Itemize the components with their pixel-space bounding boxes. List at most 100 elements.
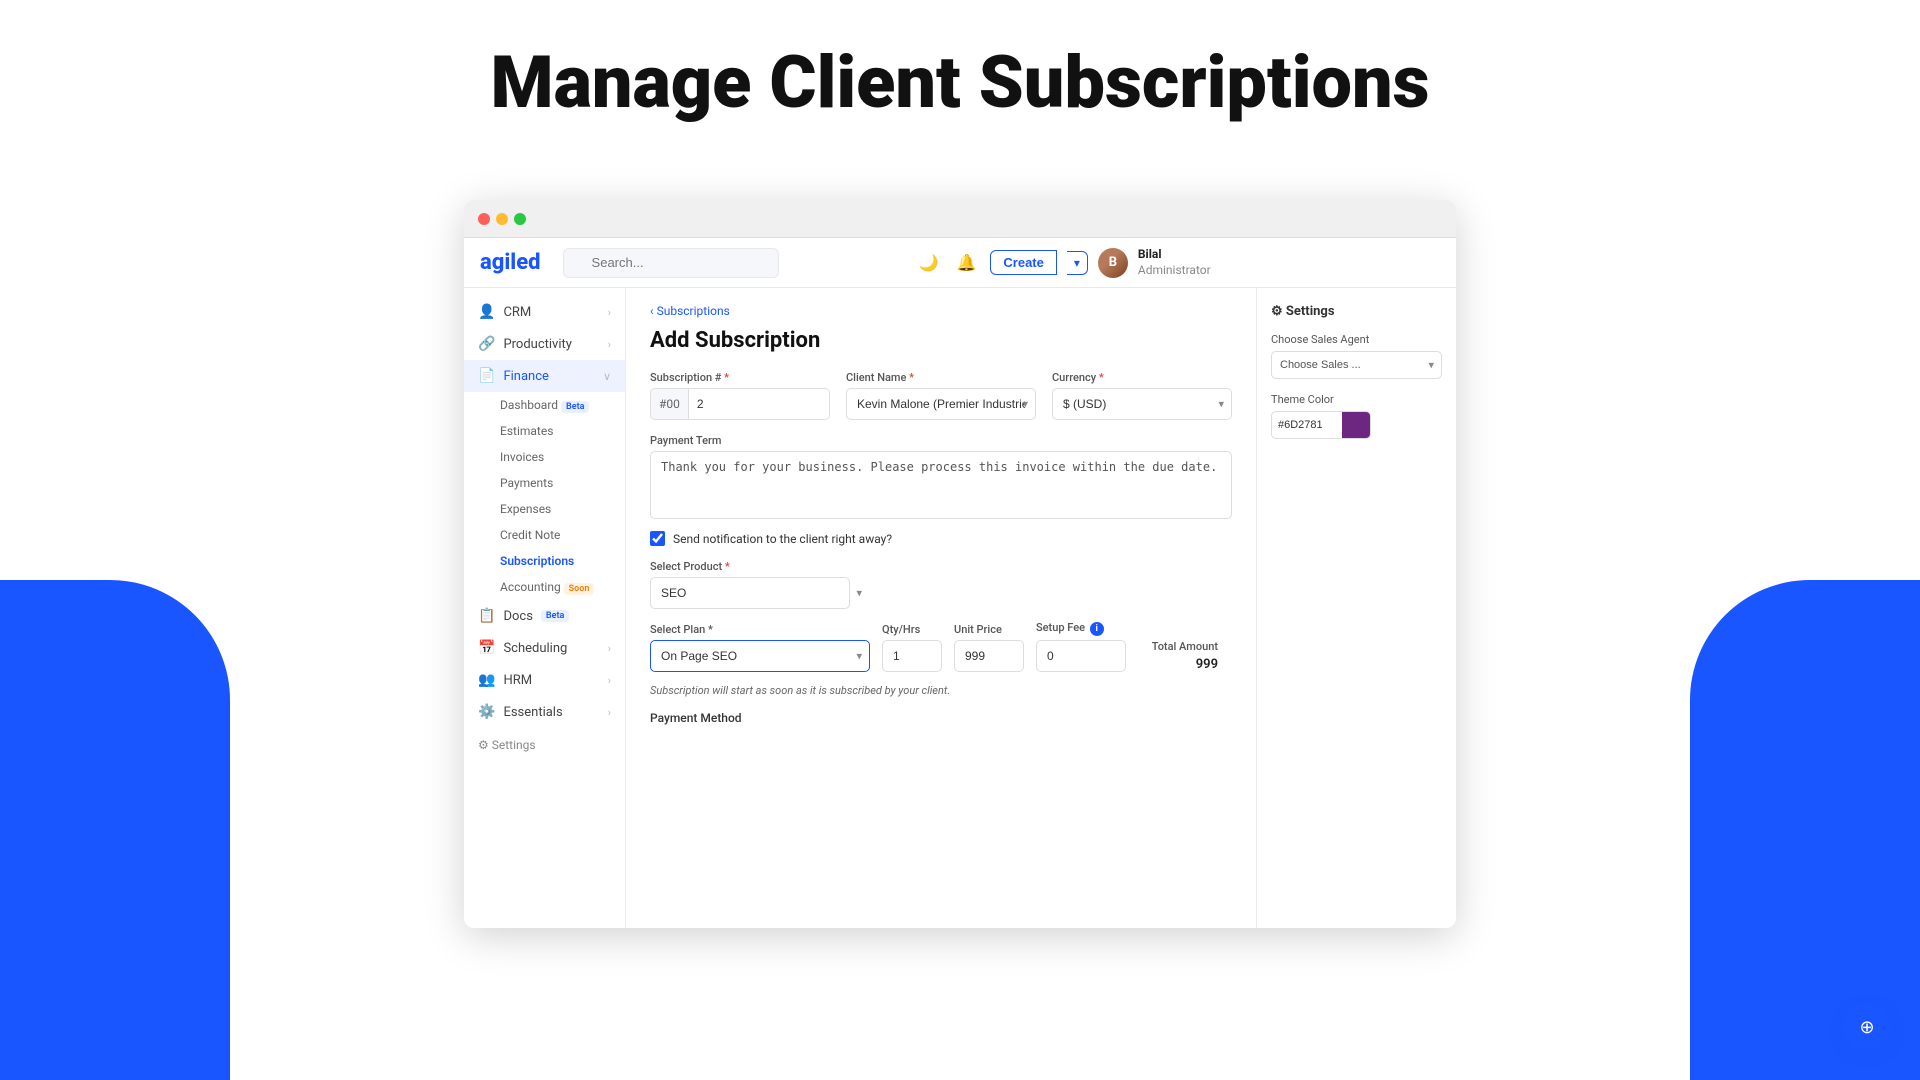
plan-select-wrap: On Page SEO (650, 640, 870, 672)
notifications-btn[interactable]: 🔔 (952, 249, 980, 277)
bg-right-shape (1690, 580, 1920, 1080)
sidebar: 👤 CRM › 🔗 Productivity › 📄 Finance ∨ (464, 288, 626, 928)
select-product-label: Select Product * (650, 560, 1232, 573)
total-amount-col: Total Amount 999 (1138, 640, 1218, 672)
sidebar-item-docs[interactable]: 📋 Docs Beta (464, 600, 625, 632)
form-group-currency: Currency * $ (USD) (1052, 371, 1232, 420)
form-group-payment-term: Payment Term Thank you for your business… (650, 434, 1232, 519)
setup-fee-info-icon[interactable]: i (1090, 622, 1104, 636)
sidebar-label-crm: CRM (503, 305, 531, 320)
unit-price-col: Unit Price (954, 623, 1024, 672)
payment-method-label: Payment Method (650, 711, 1232, 725)
sidebar-subitem-payments[interactable]: Payments (464, 470, 625, 496)
client-name-select[interactable]: Kevin Malone (Premier Industries) (846, 388, 1036, 420)
browser-window: agiled 🔍 🌙 🔔 Create ▾ B Bilal Administra… (464, 200, 1456, 928)
form-group-subscription-num: Subscription # * #00 (650, 371, 830, 420)
breadcrumb[interactable]: Subscriptions (650, 304, 1232, 318)
browser-dots (478, 213, 526, 225)
search-input[interactable] (563, 248, 779, 278)
crm-icon: 👤 (478, 304, 495, 320)
qty-input[interactable] (882, 640, 942, 672)
unit-price-input[interactable] (954, 640, 1024, 672)
browser-body: 👤 CRM › 🔗 Productivity › 📄 Finance ∨ (464, 288, 1456, 928)
subscription-num-label: Subscription # * (650, 371, 830, 384)
sidebar-label-docs: Docs (503, 609, 532, 624)
sidebar-item-hrm[interactable]: 👥 HRM › (464, 664, 625, 696)
form-group-client-name: Client Name * Kevin Malone (Premier Indu… (846, 371, 1036, 420)
sidebar-subitem-estimates[interactable]: Estimates (464, 418, 625, 444)
sidebar-label-essentials: Essentials (503, 705, 562, 720)
sidebar-item-productivity[interactable]: 🔗 Productivity › (464, 328, 625, 360)
form-title: Add Subscription (650, 328, 1232, 353)
bg-left-shape (0, 580, 230, 1080)
productivity-icon: 🔗 (478, 336, 495, 352)
plan-col: Select Plan * On Page SEO (650, 623, 870, 672)
sidebar-subitem-invoices[interactable]: Invoices (464, 444, 625, 470)
num-prefix: #00 (651, 389, 689, 419)
hrm-icon: 👥 (478, 672, 495, 688)
client-name-label: Client Name * (846, 371, 1036, 384)
color-swatch[interactable] (1342, 411, 1370, 439)
sidebar-item-crm[interactable]: 👤 CRM › (464, 296, 625, 328)
sidebar-item-scheduling[interactable]: 📅 Scheduling › (464, 632, 625, 664)
dot-yellow (496, 213, 508, 225)
sales-agent-select-wrap: Choose Sales ... (1271, 351, 1442, 379)
notification-row: Send notification to the client right aw… (650, 531, 1232, 546)
sidebar-subitem-credit-note[interactable]: Credit Note (464, 522, 625, 548)
user-role: Administrator (1138, 263, 1211, 279)
product-select-wrap: SEO (650, 577, 870, 609)
sidebar-settings[interactable]: ⚙ Settings (464, 728, 625, 762)
dark-mode-toggle[interactable]: 🌙 (915, 249, 943, 277)
sidebar-subitem-expenses[interactable]: Expenses (464, 496, 625, 522)
settings-panel: ⚙ Settings Choose Sales Agent Choose Sal… (1256, 288, 1456, 928)
search-wrap: 🔍 (563, 248, 903, 278)
notification-checkbox[interactable] (650, 531, 665, 546)
main-content: Subscriptions Add Subscription Subscript… (626, 288, 1256, 928)
setup-fee-col: Setup Fee i (1036, 621, 1126, 672)
sidebar-item-essentials[interactable]: ⚙️ Essentials › (464, 696, 625, 728)
sidebar-item-finance[interactable]: 📄 Finance ∨ (464, 360, 625, 392)
subscription-num-input[interactable] (689, 397, 759, 411)
sales-agent-select[interactable]: Choose Sales ... (1271, 351, 1442, 379)
subscription-num-field: #00 (650, 388, 830, 420)
notification-label[interactable]: Send notification to the client right aw… (673, 532, 892, 546)
currency-select-wrap: $ (USD) (1052, 388, 1232, 420)
dot-green (514, 213, 526, 225)
browser-titlebar (464, 200, 1456, 238)
currency-select[interactable]: $ (USD) (1052, 388, 1232, 420)
create-button[interactable]: Create (990, 250, 1056, 275)
theme-color-label: Theme Color (1271, 393, 1442, 406)
badge-beta-docs: Beta (541, 610, 569, 622)
form-row-1: Subscription # * #00 Client Name * (650, 371, 1232, 420)
nav-right: 🌙 🔔 Create ▾ B Bilal Administrator (915, 247, 1211, 278)
create-caret-button[interactable]: ▾ (1067, 251, 1088, 275)
badge-soon-accounting: Soon (564, 583, 595, 595)
float-action-button[interactable]: ⊕ (1844, 1004, 1890, 1050)
plan-row-headers: Select Plan * On Page SEO Qty/Hrs (650, 621, 1232, 672)
sidebar-subitem-subscriptions[interactable]: Subscriptions (464, 548, 625, 574)
product-select[interactable]: SEO (650, 577, 850, 609)
payment-term-textarea[interactable]: Thank you for your business. Please proc… (650, 451, 1232, 519)
color-input-wrap (1271, 411, 1371, 439)
page-heading: Manage Client Subscriptions (0, 0, 1920, 155)
sidebar-subitem-accounting[interactable]: Accounting Soon (464, 574, 625, 600)
browser-navbar: agiled 🔍 🌙 🔔 Create ▾ B Bilal Administra… (464, 238, 1456, 288)
app-logo: agiled (480, 250, 541, 275)
user-info: Bilal Administrator (1138, 247, 1211, 278)
badge-beta-dashboard: Beta (561, 401, 589, 413)
sidebar-label-hrm: HRM (503, 673, 532, 688)
float-btn-icon: ⊕ (1859, 1017, 1874, 1038)
setup-fee-input[interactable] (1036, 640, 1126, 672)
client-name-select-wrap: Kevin Malone (Premier Industries) (846, 388, 1036, 420)
theme-color-input[interactable] (1272, 419, 1342, 431)
payment-term-label: Payment Term (650, 434, 1232, 447)
plan-select[interactable]: On Page SEO (650, 640, 870, 672)
essentials-icon: ⚙️ (478, 704, 495, 720)
qty-col: Qty/Hrs (882, 623, 942, 672)
docs-icon: 📋 (478, 608, 495, 624)
avatar: B (1098, 248, 1128, 278)
user-name: Bilal (1138, 247, 1211, 263)
sidebar-subitem-dashboard[interactable]: Dashboard Beta (464, 392, 625, 418)
sales-agent-label: Choose Sales Agent (1271, 333, 1442, 346)
sidebar-label-scheduling: Scheduling (503, 641, 567, 656)
